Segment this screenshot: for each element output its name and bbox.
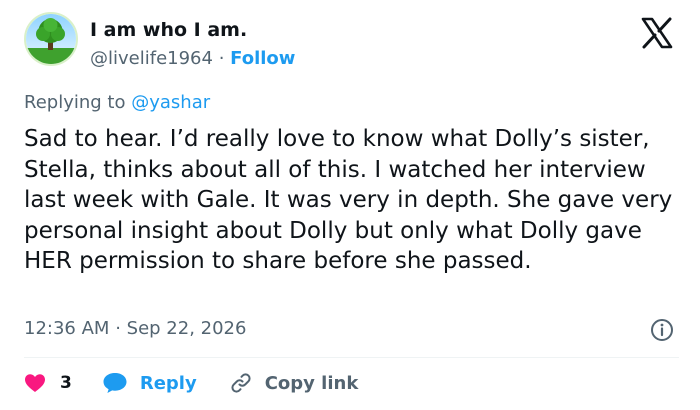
- tweet-date: Sep 22, 2026: [126, 318, 247, 339]
- reply-context: Replying to @yashar: [24, 92, 210, 113]
- info-icon[interactable]: [650, 318, 674, 342]
- author-handle[interactable]: @livelife1964: [90, 48, 213, 69]
- heart-icon: [25, 374, 45, 392]
- like-button[interactable]: 3: [24, 373, 72, 393]
- action-bar: 3 Reply Copy link: [24, 369, 358, 397]
- link-icon: [231, 373, 251, 393]
- divider: [24, 357, 679, 358]
- tree-avatar-image: [26, 14, 76, 64]
- follow-button[interactable]: Follow: [230, 48, 295, 69]
- tweet-timestamp[interactable]: 12:36 AM · Sep 22, 2026: [24, 318, 246, 339]
- reply-context-prefix: Replying to: [24, 92, 126, 113]
- author-handle-row: @livelife1964 · Follow: [90, 48, 295, 69]
- tweet-time: 12:36 AM: [24, 318, 110, 339]
- reply-button[interactable]: Reply: [102, 372, 197, 394]
- timestamp-separator: ·: [115, 318, 121, 339]
- avatar[interactable]: [24, 12, 78, 66]
- author-name[interactable]: I am who I am.: [90, 19, 247, 41]
- reply-mention-link[interactable]: @yashar: [131, 92, 210, 113]
- tweet-text: Sad to hear. I’d really love to know wha…: [24, 126, 673, 274]
- speech-bubble-icon: [103, 373, 127, 393]
- copy-link-label: Copy link: [264, 372, 359, 394]
- copy-link-button[interactable]: Copy link: [229, 371, 359, 395]
- reply-label: Reply: [139, 372, 197, 394]
- x-logo-icon[interactable]: [640, 16, 674, 50]
- handle-separator: ·: [218, 48, 225, 69]
- like-count: 3: [60, 373, 72, 393]
